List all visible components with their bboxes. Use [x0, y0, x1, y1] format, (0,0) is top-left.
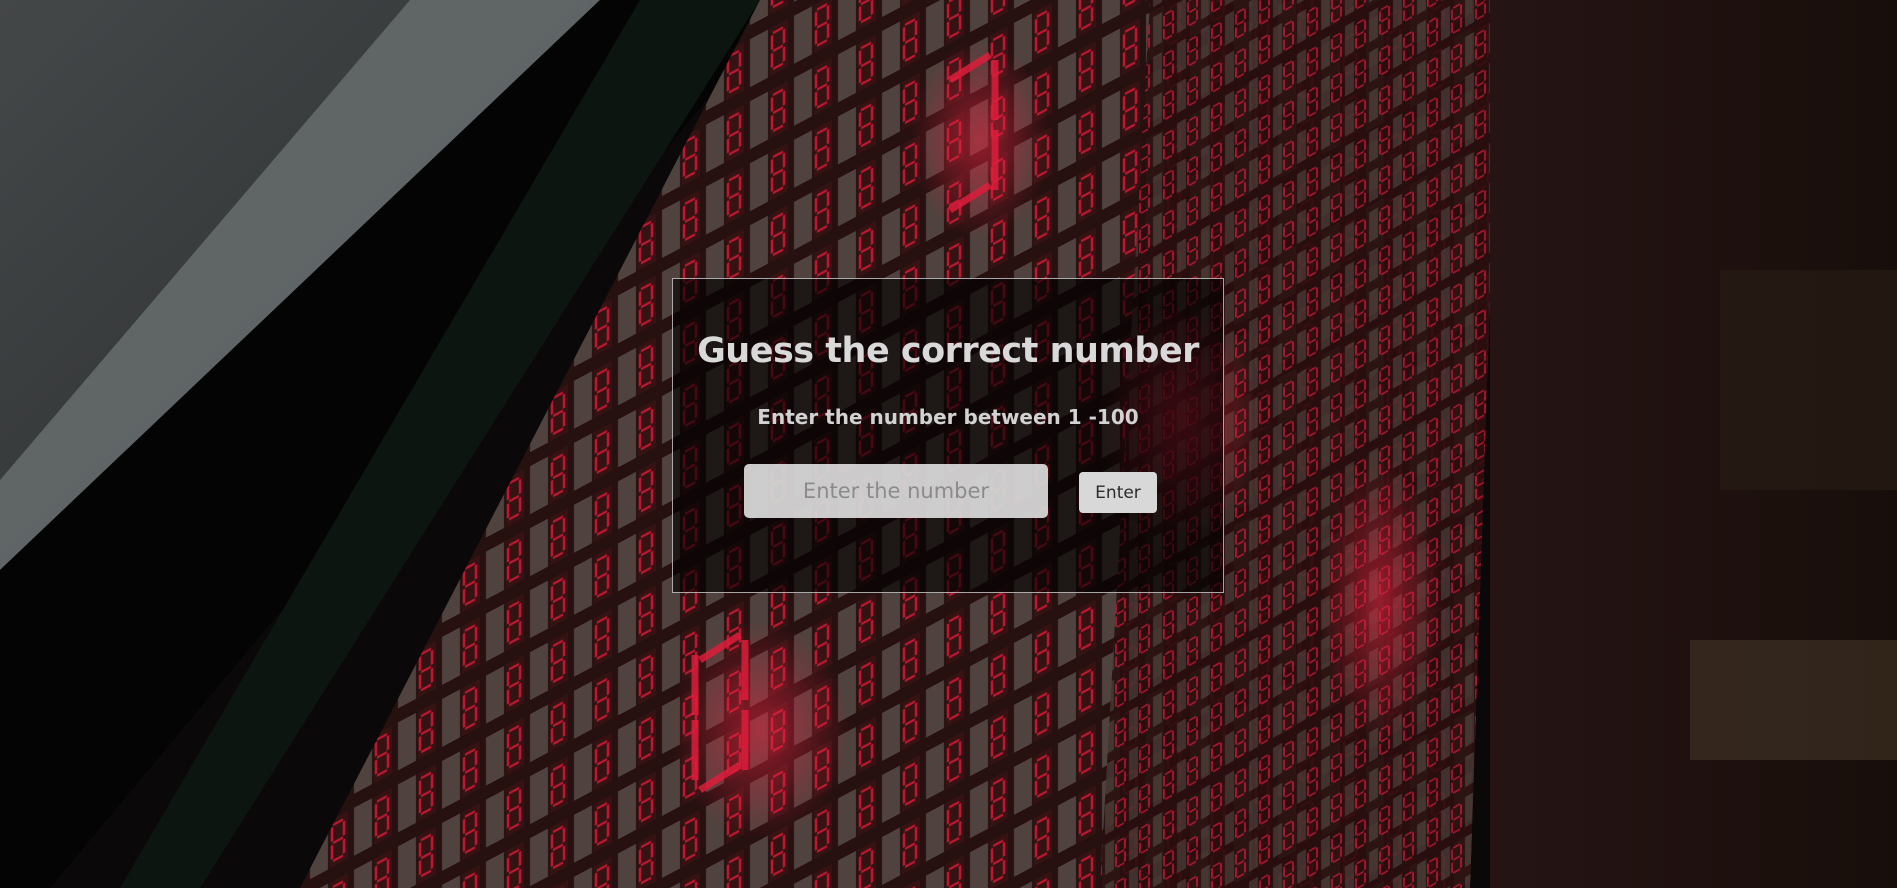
guess-game-card: Guess the correct number Enter the numbe… [672, 278, 1224, 593]
guess-number-input[interactable] [744, 464, 1048, 518]
game-title: Guess the correct number [697, 331, 1199, 371]
game-instruction: Enter the number between 1 -100 [757, 405, 1139, 429]
page-root: Guess the correct number Enter the numbe… [0, 0, 1897, 888]
enter-button[interactable]: Enter [1079, 472, 1157, 513]
